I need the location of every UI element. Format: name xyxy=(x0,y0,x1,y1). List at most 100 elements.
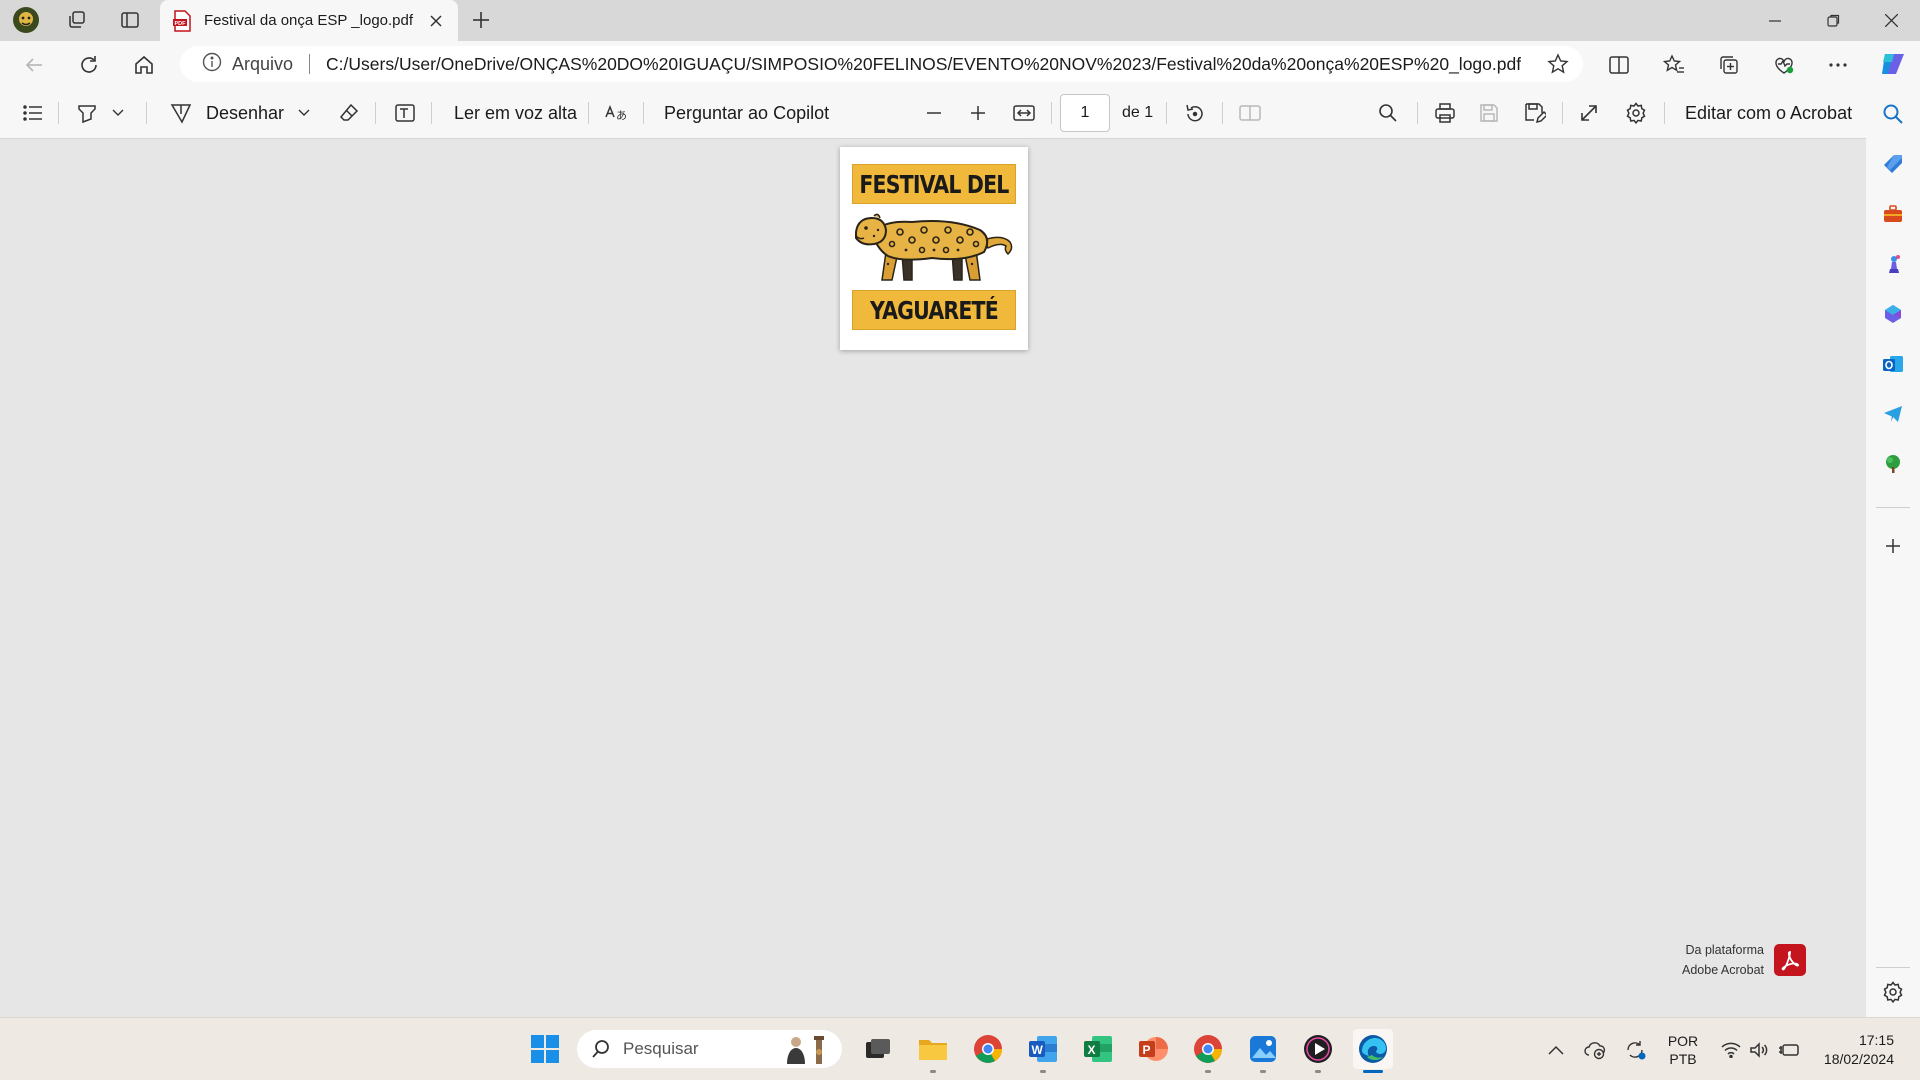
eraser-icon[interactable] xyxy=(338,87,360,139)
more-options-icon[interactable] xyxy=(1820,47,1856,83)
address-url[interactable]: C:/Users/User/OneDrive/ONÇAS%20DO%20IGUA… xyxy=(326,54,1521,75)
draw-label: Desenhar xyxy=(206,102,285,123)
taskbar-search-box[interactable]: Pesquisar xyxy=(577,1030,842,1068)
pdf-file-icon: PDF xyxy=(173,9,191,32)
show-hidden-icons-chevron-icon[interactable] xyxy=(1543,1018,1569,1080)
start-windows-icon[interactable] xyxy=(525,1029,565,1069)
telegram-send-icon[interactable] xyxy=(1878,399,1908,429)
pdf-page[interactable]: FESTIVAL DEL YAGUARETÉ xyxy=(840,147,1028,350)
battery-icon[interactable] xyxy=(1776,1018,1802,1080)
toolbar-divider xyxy=(146,102,147,124)
profile-avatar[interactable] xyxy=(10,4,42,36)
word-icon[interactable]: W xyxy=(1023,1029,1063,1073)
chrome-icon[interactable] xyxy=(968,1029,1008,1069)
tab-actions-icon[interactable] xyxy=(114,4,146,36)
toolbar-divider xyxy=(1051,102,1052,124)
info-icon[interactable] xyxy=(202,52,222,77)
pdf-toolbar: Desenhar Ler em voz alta あ Perguntar ao … xyxy=(0,87,1866,139)
zoom-in-icon[interactable] xyxy=(970,87,986,139)
collections-icon[interactable] xyxy=(1711,47,1747,83)
workspaces-icon[interactable] xyxy=(61,4,93,36)
clock-date: 18/02/2024 xyxy=(1823,1050,1894,1067)
print-icon[interactable] xyxy=(1434,87,1456,139)
refresh-button[interactable] xyxy=(71,47,107,83)
file-explorer-icon[interactable] xyxy=(913,1029,953,1073)
sync-status-icon[interactable] xyxy=(1622,1018,1650,1080)
shopping-tag-icon[interactable] xyxy=(1878,149,1908,179)
clock[interactable]: 17:15 18/02/2024 xyxy=(1812,1018,1894,1080)
page-number-input[interactable]: 1 xyxy=(1060,94,1110,132)
toolbar-divider xyxy=(431,102,432,124)
media-player-icon[interactable] xyxy=(1298,1029,1338,1073)
toolbar-divider xyxy=(1417,102,1418,124)
address-bar-row: Arquivo C:/Users/User/OneDrive/ONÇAS%20D… xyxy=(0,41,1920,87)
minimize-button[interactable] xyxy=(1748,0,1802,41)
rotate-icon[interactable] xyxy=(1184,87,1206,139)
page-view-icon[interactable] xyxy=(1239,87,1261,139)
address-divider xyxy=(309,54,311,74)
zoom-out-icon[interactable] xyxy=(926,87,942,139)
save-icon[interactable] xyxy=(1479,87,1499,139)
back-button[interactable] xyxy=(16,47,52,83)
fullscreen-icon[interactable] xyxy=(1579,87,1599,139)
text-box-icon[interactable] xyxy=(394,87,416,139)
language-indicator[interactable]: POR PTB xyxy=(1660,1018,1706,1080)
tools-briefcase-icon[interactable] xyxy=(1878,199,1908,229)
search-highlight-image-icon xyxy=(787,1036,824,1064)
contents-list-icon[interactable] xyxy=(22,87,44,139)
microsoft-365-icon[interactable] xyxy=(1878,299,1908,329)
powerpoint-icon[interactable]: P xyxy=(1133,1029,1173,1069)
home-button[interactable] xyxy=(126,47,162,83)
search-icon[interactable] xyxy=(1378,87,1398,139)
fit-width-icon[interactable] xyxy=(1013,87,1035,139)
tab-active[interactable]: PDF Festival da onça ESP _logo.pdf xyxy=(160,0,458,41)
photos-app-icon[interactable] xyxy=(1243,1029,1283,1073)
taskbar: Pesquisar W X P POR PTB 17:15 18/02/2024 xyxy=(0,1017,1920,1080)
address-scheme-label: Arquivo xyxy=(232,53,294,74)
address-bar[interactable]: Arquivo C:/Users/User/OneDrive/ONÇAS%20D… xyxy=(180,46,1583,82)
page-total-label: de 1 xyxy=(1122,104,1154,121)
games-chess-icon[interactable] xyxy=(1878,249,1908,279)
new-tab-button[interactable] xyxy=(465,4,497,36)
restore-button[interactable] xyxy=(1806,0,1860,41)
volume-icon[interactable] xyxy=(1746,1018,1772,1080)
browser-essentials-icon[interactable] xyxy=(1766,47,1802,83)
highlight-icon[interactable] xyxy=(76,87,98,139)
highlight-dropdown-chevron-icon[interactable] xyxy=(112,87,124,139)
draw-button[interactable]: Desenhar xyxy=(170,87,284,139)
acrobat-branding[interactable]: Da plataforma Adobe Acrobat xyxy=(1682,940,1807,980)
settings-gear-icon[interactable] xyxy=(1625,87,1647,139)
branding-line2: Adobe Acrobat xyxy=(1682,963,1765,977)
onedrive-sync-icon[interactable] xyxy=(1582,1018,1610,1080)
favorite-star-icon[interactable] xyxy=(1547,53,1569,80)
edge-browser-icon[interactable] xyxy=(1353,1029,1393,1073)
clock-time: 17:15 xyxy=(1858,1031,1894,1048)
close-tab-icon[interactable] xyxy=(426,11,446,31)
save-as-icon[interactable] xyxy=(1524,87,1546,139)
ask-copilot-button[interactable]: Perguntar ao Copilot xyxy=(664,87,829,139)
translate-icon[interactable]: あ xyxy=(604,87,628,139)
read-aloud-button[interactable]: Ler em voz alta xyxy=(454,87,577,139)
tab-title: Festival da onça ESP _logo.pdf xyxy=(204,12,414,29)
copilot-icon[interactable] xyxy=(1878,49,1908,79)
add-sidebar-app-icon[interactable] xyxy=(1878,531,1908,561)
sidebar-divider xyxy=(1876,507,1910,508)
close-window-button[interactable] xyxy=(1864,0,1918,41)
tree-extension-icon[interactable] xyxy=(1878,449,1908,479)
sidebar-search-icon[interactable] xyxy=(1878,99,1908,129)
svg-text:X: X xyxy=(1088,1043,1096,1057)
split-screen-icon[interactable] xyxy=(1601,47,1637,83)
wifi-icon[interactable] xyxy=(1718,1018,1744,1080)
excel-icon[interactable]: X xyxy=(1078,1029,1118,1069)
branding-line1: Da plataforma xyxy=(1685,943,1765,957)
edit-with-acrobat-button[interactable]: Editar com o Acrobat xyxy=(1685,87,1852,139)
outlook-icon[interactable] xyxy=(1878,349,1908,379)
task-view-icon[interactable] xyxy=(858,1029,898,1069)
favorites-icon[interactable] xyxy=(1656,47,1692,83)
title-bar: PDF Festival da onça ESP _logo.pdf xyxy=(0,0,1920,41)
toolbar-divider xyxy=(375,102,376,124)
chrome-profile-icon[interactable] xyxy=(1188,1029,1228,1073)
sidebar-settings-gear-icon[interactable] xyxy=(1878,977,1908,1007)
toolbar-divider xyxy=(1166,102,1167,124)
draw-dropdown-chevron-icon[interactable] xyxy=(298,87,310,139)
